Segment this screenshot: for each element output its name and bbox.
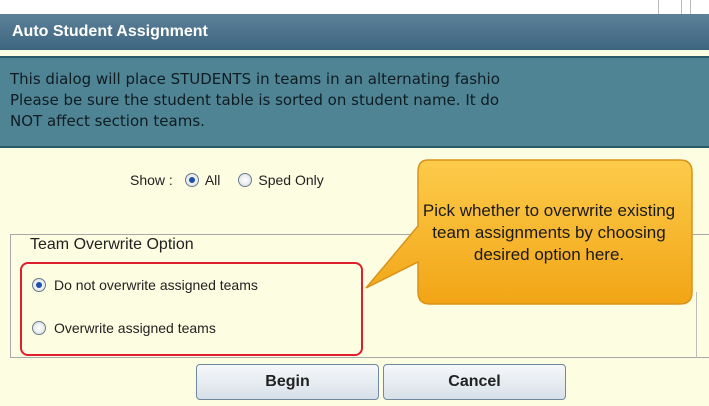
callout-text: Pick whether to overwrite existing team … (422, 201, 676, 264)
auto-student-assignment-dialog: Auto Student Assignment This dialog will… (0, 0, 709, 406)
